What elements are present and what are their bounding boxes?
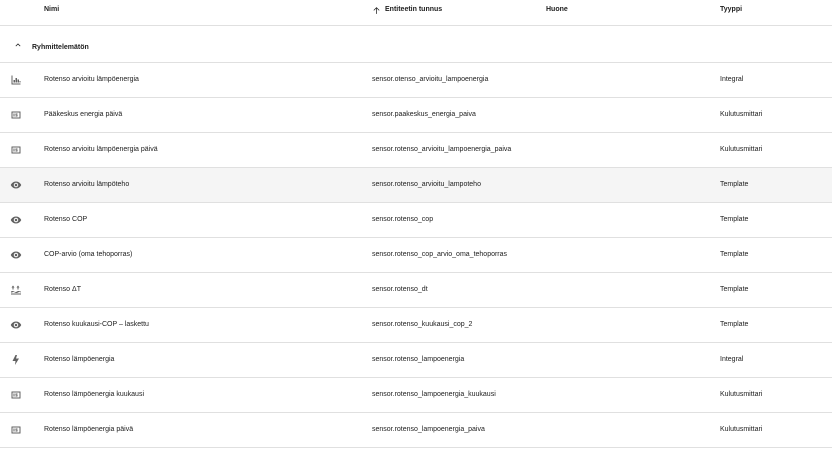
cell-type: Template: [720, 216, 749, 223]
table-row[interactable]: COP-arvio (oma tehoporras) sensor.rotenso…: [0, 238, 832, 273]
entities-table: Nimi Entiteetin tunnus Huone Tyyppi Ryhm…: [0, 0, 832, 450]
cell-entity-id: sensor.rotenso_dt: [372, 286, 428, 293]
cell-type: Kulutusmittari: [720, 146, 763, 153]
cell-type: Integral: [720, 356, 744, 363]
cell-name: Rotenso arvioitu lämpöenergia: [44, 76, 139, 83]
cell-entity-id: sensor.rotenso_arvioitu_lampoenergia_pai…: [372, 146, 512, 153]
cell-name: Rotenso lämpöenergia kuukausi: [44, 391, 145, 398]
cell-type: Template: [720, 321, 749, 328]
table-row[interactable]: Pääkeskus energia päivä sensor.paakeskus_…: [0, 98, 832, 133]
lightning-icon: [10, 354, 22, 366]
cell-name: Rotenso arvioitu lämpöenergia päivä: [44, 146, 158, 153]
eye-icon: [10, 319, 22, 331]
cell-name: Rotenso ΔT: [44, 286, 81, 293]
cell-entity-id: sensor.rotenso_lampoenergia_kuukausi: [372, 391, 496, 398]
chart-bars-icon: [10, 74, 22, 86]
eye-icon: [10, 249, 22, 261]
table-row[interactable]: Rotenso COP sensor.rotenso_cop Template: [0, 203, 832, 238]
cell-name: Rotenso kuukausi-COP – laskettu: [44, 321, 149, 328]
thermometer-delta-icon: [10, 284, 22, 296]
table-row[interactable]: Rotenso arvioitu lämpöteho sensor.rotenso…: [0, 168, 832, 203]
counter-icon: [10, 424, 22, 436]
cell-type: Template: [720, 181, 749, 188]
counter-icon: [10, 389, 22, 401]
group-header[interactable]: Ryhmittelemätön: [0, 26, 832, 63]
cell-name: Rotenso lämpöenergia päivä: [44, 426, 134, 433]
cell-type: Integral: [720, 76, 744, 83]
cell-entity-id: sensor.rotenso_arvioitu_lampoteho: [372, 181, 481, 188]
sort-arrow-up-icon: [373, 6, 380, 14]
cell-entity-id: sensor.rotenso_kuukausi_cop_2: [372, 321, 473, 328]
column-header-area[interactable]: Huone: [546, 0, 568, 26]
cell-name: Rotenso arvioitu lämpöteho: [44, 181, 130, 188]
column-header-entity-id[interactable]: Entiteetin tunnus: [372, 0, 442, 20]
counter-icon: [10, 109, 22, 121]
table-header: Nimi Entiteetin tunnus Huone Tyyppi: [0, 0, 832, 26]
cell-entity-id: sensor.rotenso_cop: [372, 216, 434, 223]
table-row[interactable]: Rotenso lämpöenergia päivä sensor.rotenso…: [0, 413, 832, 448]
column-header-entity-id-label: Entiteetin tunnus: [385, 6, 443, 13]
eye-icon: [10, 214, 22, 226]
cell-name: COP-arvio (oma tehoporras): [44, 251, 133, 258]
chevron-up-icon[interactable]: [13, 40, 23, 50]
cell-name: Rotenso COP: [44, 216, 88, 223]
table-row[interactable]: Rotenso kuukausi-COP – laskettu sensor.ro…: [0, 308, 832, 343]
cell-type: Kulutusmittari: [720, 391, 763, 398]
table-row[interactable]: Rotenso arvioitu lämpöenergia päivä senso…: [0, 133, 832, 168]
cell-entity-id: sensor.rotenso_lampoenergia: [372, 356, 465, 363]
column-header-type[interactable]: Tyyppi: [720, 0, 742, 26]
table-row[interactable]: Rotenso ΔT sensor.rotenso_dt Template: [0, 273, 832, 308]
cell-name: Rotenso lämpöenergia: [44, 356, 115, 363]
cell-entity-id: sensor.rotenso_lampoenergia_paiva: [372, 426, 485, 433]
table-row[interactable]: Rotenso lämpöenergia sensor.rotenso_lampo…: [0, 343, 832, 378]
cell-entity-id: sensor.rotenso_cop_arvio_oma_tehoporras: [372, 251, 508, 258]
table-row[interactable]: Rotenso arvioitu lämpöenergia sensor.oten…: [0, 63, 832, 98]
cell-type: Kulutusmittari: [720, 111, 763, 118]
table-row[interactable]: Rotenso lämpöenergia kuukausi sensor.rote…: [0, 378, 832, 413]
table-body: Rotenso arvioitu lämpöenergia sensor.oten…: [0, 63, 832, 448]
eye-icon: [10, 179, 22, 191]
cell-type: Template: [720, 251, 749, 258]
cell-type: Kulutusmittari: [720, 426, 763, 433]
cell-entity-id: sensor.paakeskus_energia_paiva: [372, 111, 476, 118]
cell-name: Pääkeskus energia päivä: [44, 111, 123, 118]
cell-type: Template: [720, 286, 749, 293]
cell-entity-id: sensor.otenso_arvioitu_lampoenergia: [372, 76, 489, 83]
counter-icon: [10, 144, 22, 156]
column-header-name[interactable]: Nimi: [44, 0, 59, 26]
